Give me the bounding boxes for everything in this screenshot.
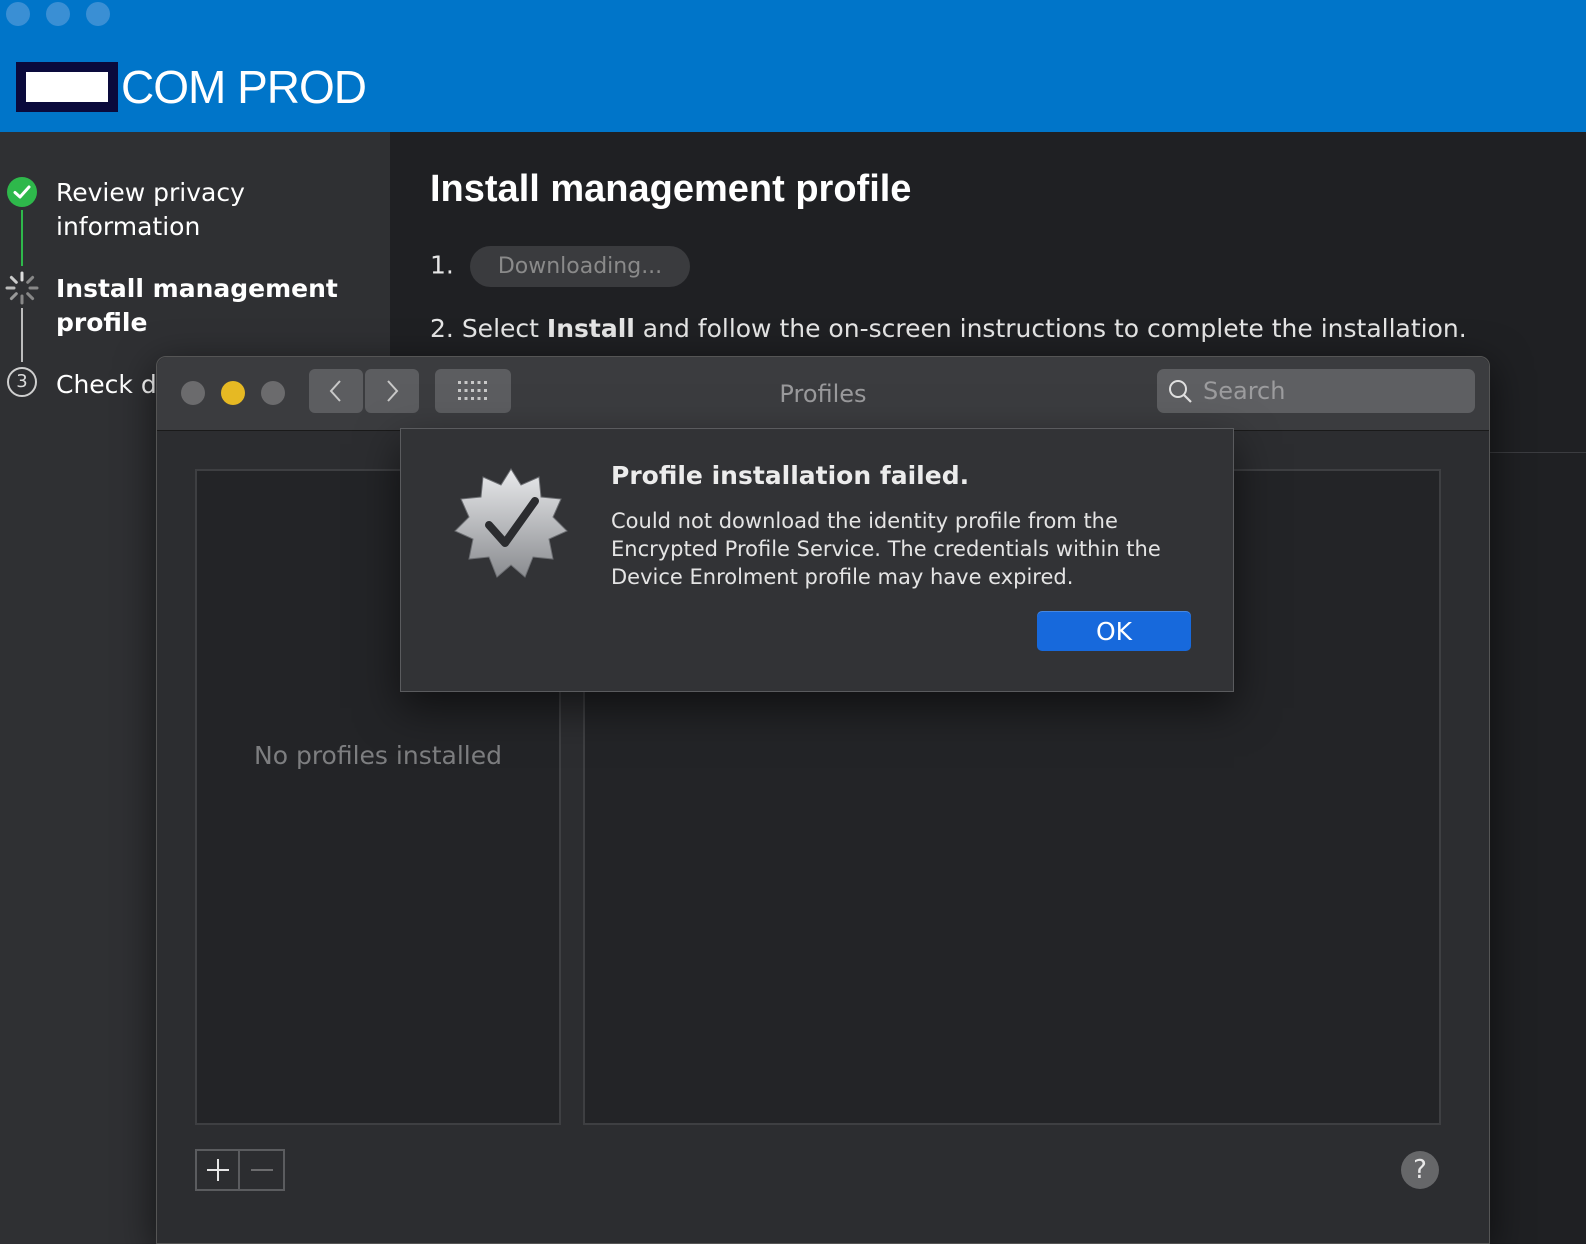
error-alert-dialog: Profile installation failed. Could not d… <box>400 428 1234 692</box>
instruction-step-2: 2. Select Install and follow the on-scre… <box>430 314 1467 343</box>
alert-title: Profile installation failed. <box>611 461 970 490</box>
grid-icon <box>458 381 487 400</box>
spinner-icon <box>5 271 39 305</box>
alert-message: Could not download the identity profile … <box>611 509 1161 589</box>
sidebar-step-check: Check d <box>56 370 157 399</box>
search-field[interactable] <box>1157 369 1475 413</box>
search-icon <box>1169 380 1192 403</box>
step-connector <box>21 308 23 362</box>
minimize-window-button[interactable] <box>46 2 70 26</box>
back-button[interactable] <box>309 369 363 413</box>
add-remove-control <box>195 1149 285 1191</box>
step-number: 3 <box>16 371 28 392</box>
brand-logo <box>16 62 118 112</box>
minimize-button[interactable] <box>221 381 245 405</box>
checkmark-circle-icon <box>7 177 37 207</box>
app-header: COM PROD <box>0 0 1586 132</box>
plus-icon <box>206 1159 229 1181</box>
step-connector <box>21 210 23 266</box>
brand-name: COM PROD <box>121 61 367 113</box>
window-titlebar: Profiles <box>157 357 1489 431</box>
add-profile-button[interactable] <box>197 1151 241 1189</box>
minus-icon <box>250 1169 273 1171</box>
ok-button[interactable]: OK <box>1037 611 1191 651</box>
instruction-step-1: 1. Downloading... <box>430 246 691 287</box>
show-all-button[interactable] <box>435 369 511 413</box>
search-input[interactable] <box>1201 376 1461 406</box>
sidebar-step-review-privacy: Review privacy information <box>56 178 245 241</box>
window-controls <box>6 2 110 26</box>
empty-state-text: No profiles installed <box>254 741 502 770</box>
zoom-window-button[interactable] <box>86 2 110 26</box>
close-button[interactable] <box>181 381 205 405</box>
profile-badge-icon <box>454 468 568 578</box>
help-button[interactable]: ? <box>1401 1151 1439 1189</box>
downloading-button[interactable]: Downloading... <box>469 246 691 287</box>
page-title: Install management profile <box>430 168 912 210</box>
sidebar-step-install-profile: Install management profile <box>56 274 338 337</box>
forward-button[interactable] <box>365 369 419 413</box>
chevron-right-icon <box>387 380 399 402</box>
remove-profile-button[interactable] <box>240 1151 283 1189</box>
close-window-button[interactable] <box>6 2 30 26</box>
chevron-left-icon <box>329 380 341 402</box>
zoom-button[interactable] <box>261 381 285 405</box>
brand: COM PROD <box>16 60 367 114</box>
